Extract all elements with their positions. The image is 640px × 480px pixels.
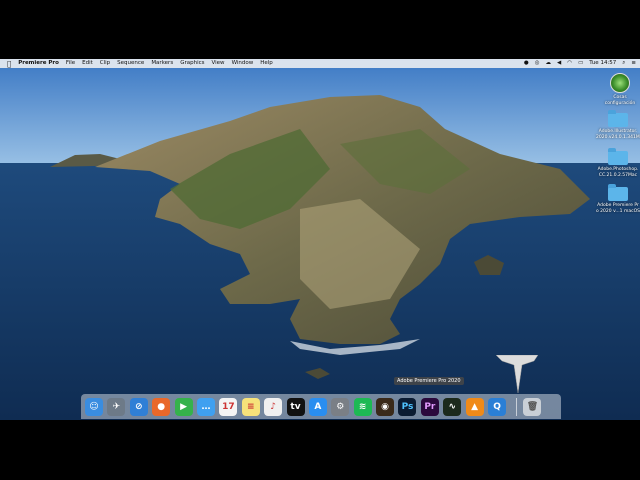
vlc-icon[interactable]: ▲ <box>465 397 484 416</box>
messages-icon[interactable]: … <box>196 397 215 416</box>
desktop-item-label: Adobe Premiere Pr o 2020 v...1 macOS <box>596 203 640 214</box>
menu-help[interactable]: Help <box>260 59 273 68</box>
quicktime-icon[interactable]: Q <box>488 397 507 416</box>
facetime-icon[interactable]: ▶ <box>174 397 193 416</box>
disk-icon <box>610 73 630 93</box>
desktop-item-premiere-folder[interactable]: Adobe Premiere Pr o 2020 v...1 macOS <box>596 184 640 214</box>
adobe-cc-icon[interactable]: ◎ <box>535 59 540 68</box>
dragging-document-icon[interactable] <box>496 355 540 395</box>
desktop-item-label: Adobe.Illustrator. 2020.v24.0.1.341Mac <box>596 129 640 140</box>
menu-bar:  Premiere Pro File Edit Clip Sequence M… <box>0 59 640 68</box>
status-menu-icon[interactable]: ● <box>524 59 529 68</box>
cloud-icon[interactable]: ☁ <box>546 59 552 68</box>
dock-app-list: ☺ ✈ ⊘ ● ▶… 17 ≡ ♪ tv A ⚙ ≋ ◉ Ps Pr ∿ ▲ Q <box>85 397 510 416</box>
menu-app-name[interactable]: Premiere Pro <box>18 59 59 68</box>
firefox-icon[interactable]: ● <box>152 397 171 416</box>
spotify-icon[interactable]: ≋ <box>353 397 372 416</box>
battery-icon[interactable]: ▭ <box>578 59 583 68</box>
launchpad-icon[interactable]: ✈ <box>107 397 126 416</box>
menubar-clock[interactable]: Tue 14:57 <box>589 59 616 68</box>
premiere-icon[interactable]: Pr <box>420 397 439 416</box>
menu-graphics[interactable]: Graphics <box>180 59 204 68</box>
apple-icon[interactable]:  <box>7 60 11 68</box>
desktop-item-photoshop-folder[interactable]: Adobe.Photoshop. CC.21.0.2.57Mac <box>596 148 640 178</box>
calendar-icon[interactable]: 17 <box>219 397 238 416</box>
desktop-wallpaper <box>0 59 640 420</box>
finder-icon[interactable]: ☺ <box>85 397 103 416</box>
menu-edit[interactable]: Edit <box>82 59 93 68</box>
dock-separator <box>516 397 518 416</box>
appstore-icon[interactable]: A <box>308 397 327 416</box>
folder-icon <box>608 184 628 201</box>
desktop-screen:  Premiere Pro File Edit Clip Sequence M… <box>0 59 640 420</box>
menu-view[interactable]: View <box>212 59 225 68</box>
activity-monitor-icon[interactable]: ∿ <box>443 397 462 416</box>
spotlight-icon[interactable]: ⌕ <box>622 59 625 68</box>
system-preferences-icon[interactable]: ⚙ <box>331 397 350 416</box>
menu-clip[interactable]: Clip <box>100 59 110 68</box>
speaker-icon[interactable]: ◀ <box>557 59 561 68</box>
menu-window[interactable]: Window <box>232 59 254 68</box>
dock: ☺ ✈ ⊘ ● ▶… 17 ≡ ♪ tv A ⚙ ≋ ◉ Ps Pr ∿ ▲ Q 🗑 <box>81 394 561 419</box>
safari-icon[interactable]: ⊘ <box>129 397 148 416</box>
desktop-item-label: Adobe.Photoshop. CC.21.0.2.57Mac <box>597 167 639 178</box>
dock-tooltip: Adobe Premiere Pro 2020 <box>394 377 464 385</box>
notification-center-icon[interactable]: ≡ <box>631 59 636 68</box>
wifi-icon[interactable]: ◠ <box>567 59 572 68</box>
menu-status-area: ● ◎ ☁ ◀ ◠ ▭ Tue 14:57 ⌕ ≡ <box>518 59 636 68</box>
trash-icon[interactable]: 🗑 <box>523 397 542 416</box>
desktop-item-label: Cosas configuración <box>604 95 636 106</box>
desktop-item-illustrator-folder[interactable]: Adobe.Illustrator. 2020.v24.0.1.341Mac <box>596 110 640 140</box>
desktop-item-disk[interactable]: Cosas configuración <box>598 73 640 106</box>
folder-icon <box>608 148 628 165</box>
folder-icon <box>608 110 628 127</box>
notes-icon[interactable]: ≡ <box>241 397 260 416</box>
photoshop-icon[interactable]: Ps <box>398 397 417 416</box>
menu-file[interactable]: File <box>66 59 75 68</box>
menu-markers[interactable]: Markers <box>151 59 173 68</box>
appletv-icon[interactable]: tv <box>286 397 305 416</box>
music-icon[interactable]: ♪ <box>264 397 283 416</box>
speaker-app-icon[interactable]: ◉ <box>376 397 395 416</box>
menu-sequence[interactable]: Sequence <box>117 59 144 68</box>
